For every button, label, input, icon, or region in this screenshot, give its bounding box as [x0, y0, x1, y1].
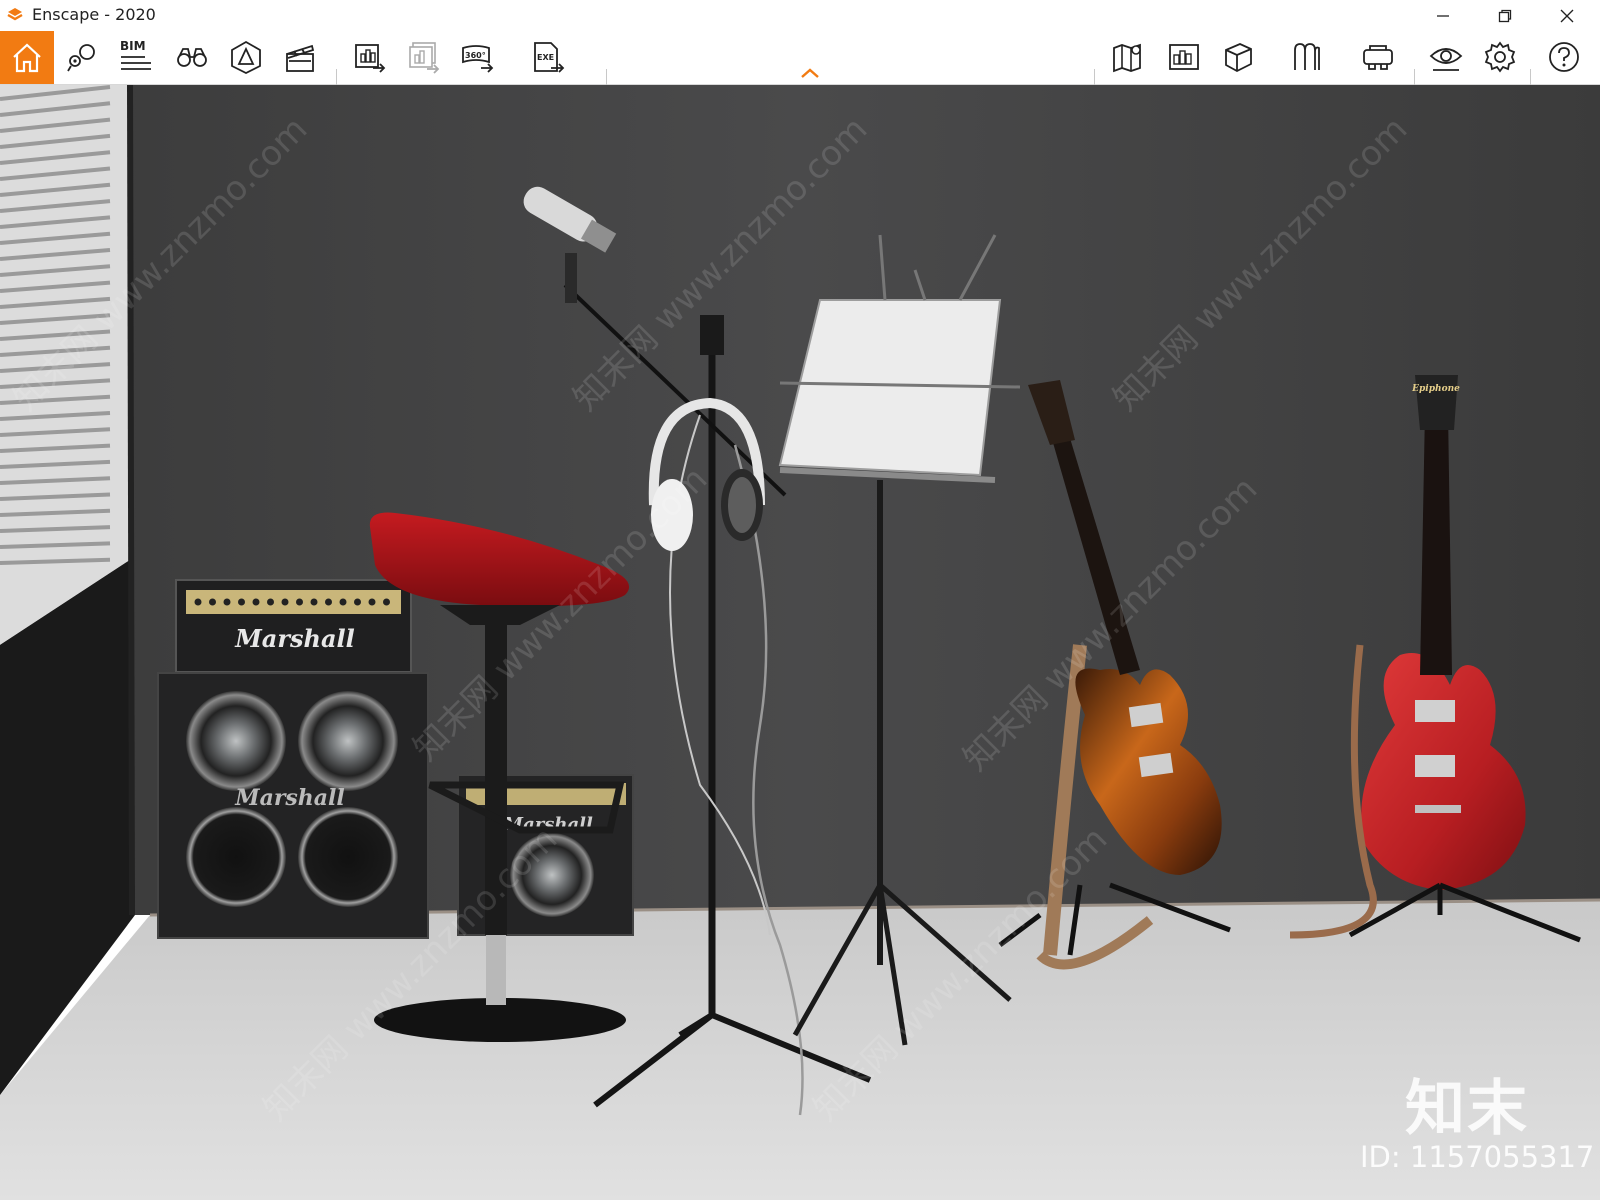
- close-icon: [1560, 9, 1574, 22]
- binoculars-button[interactable]: [174, 39, 210, 75]
- amp-knob: [194, 598, 202, 606]
- binoculars-icon: [177, 48, 207, 67]
- cube-icon: [1225, 43, 1252, 73]
- home-icon: [13, 43, 41, 72]
- settings-gear-icon: [1484, 41, 1516, 73]
- visual-settings-icon: [1429, 48, 1463, 71]
- restore-button[interactable]: [1482, 0, 1528, 31]
- marshall-cabinet: Marshall: [157, 672, 429, 939]
- panorama-360-icon: 360°: [462, 45, 494, 73]
- toolbar: BIM 360° EXE: [0, 31, 1600, 109]
- amp-knob: [325, 598, 332, 606]
- speaker-cone: [298, 807, 398, 907]
- visual-settings-button[interactable]: [1428, 39, 1464, 75]
- video-editor-button[interactable]: [282, 39, 318, 75]
- asset-library-button[interactable]: [1166, 39, 1202, 75]
- material-button[interactable]: [1290, 39, 1326, 75]
- amp-knob: [368, 598, 376, 606]
- enscape-logo-icon: [7, 8, 23, 21]
- amp-knob: [354, 598, 361, 606]
- restore-icon: [1498, 9, 1512, 22]
- vr-headset-icon: [1363, 45, 1393, 70]
- corner-edge: [127, 85, 135, 916]
- settings-button[interactable]: [1482, 39, 1518, 75]
- help-button[interactable]: [1546, 39, 1582, 75]
- render-image-icon: [355, 44, 386, 73]
- marshall-amp-head: Marshall: [175, 579, 412, 673]
- cabinet-logo-text: Marshall: [234, 785, 345, 811]
- minimize-button[interactable]: [1420, 0, 1466, 31]
- minimize-icon: [1437, 14, 1449, 17]
- home-button[interactable]: [0, 31, 54, 84]
- export-exe-icon: EXE: [534, 42, 565, 73]
- batch-render-button[interactable]: [406, 39, 442, 75]
- amp-knob: [209, 598, 216, 606]
- amp-knob: [296, 598, 303, 606]
- title-bar: Enscape - 2020: [0, 0, 1600, 31]
- close-button[interactable]: [1544, 0, 1590, 31]
- safe-frame-icon: [231, 40, 261, 74]
- speaker-cone: [186, 807, 286, 907]
- amp-knob: [383, 598, 390, 606]
- map-button[interactable]: [1110, 39, 1146, 75]
- amp-knob: [339, 598, 347, 606]
- speaker-cone: [298, 691, 398, 791]
- panorama-button[interactable]: 360°: [460, 39, 496, 75]
- asset-library-icon: [1169, 44, 1199, 70]
- headstock-logo-text: Epiphone: [1411, 384, 1460, 394]
- bim-label: BIM: [120, 39, 146, 53]
- bim-button[interactable]: BIM: [118, 39, 154, 75]
- panorama-label: 360°: [465, 51, 486, 60]
- watermark-logo: 知末: [1405, 1074, 1529, 1144]
- safe-frame-button[interactable]: [228, 39, 264, 75]
- amp-knob: [252, 598, 260, 606]
- map-pin-icon: [67, 44, 95, 72]
- render-image-button[interactable]: [352, 39, 388, 75]
- material-icon: [1294, 43, 1320, 70]
- amp-knob: [223, 598, 231, 606]
- clapperboard-icon: [286, 44, 315, 72]
- scene-render: Marshall Marshall Marshall Epiphone: [0, 85, 1600, 1200]
- export-exe-button[interactable]: EXE: [530, 39, 566, 75]
- amp-knob: [267, 598, 274, 606]
- amp-knob: [281, 598, 289, 606]
- window-title: Enscape - 2020: [32, 5, 156, 24]
- marshall-logo-text: Marshall: [234, 624, 355, 653]
- collapse-toolbar-chevron-up-icon[interactable]: [800, 67, 820, 79]
- help-icon: [1549, 42, 1579, 72]
- vr-button[interactable]: [1360, 39, 1396, 75]
- map-icon: [1113, 43, 1141, 73]
- views-button[interactable]: [64, 39, 100, 75]
- batch-render-icon: [409, 42, 440, 74]
- watermark-id: ID: 1157055317: [1360, 1140, 1595, 1174]
- amp-knob: [238, 598, 245, 606]
- speaker-cone: [186, 691, 286, 791]
- exe-label: EXE: [537, 53, 554, 62]
- object-button[interactable]: [1220, 39, 1256, 75]
- amp-knob: [310, 598, 318, 606]
- render-viewport[interactable]: Marshall Marshall Marshall Epiphone 知末网 …: [0, 85, 1600, 1200]
